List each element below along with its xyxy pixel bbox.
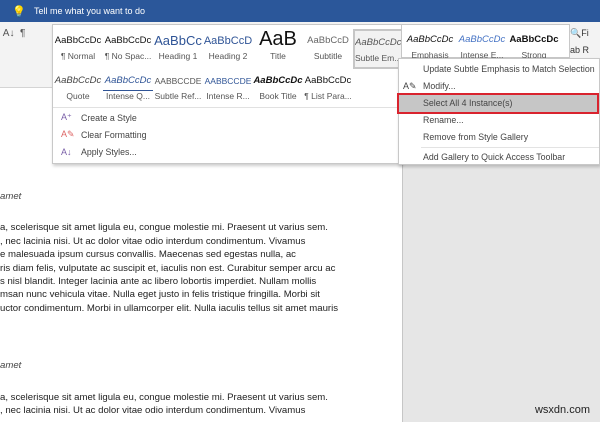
menu-update-style[interactable]: Update Subtle Emphasis to Match Selectio… [399,61,599,78]
doc-heading: amet [0,360,22,372]
editing-group: 🔍Fi ab R [570,24,600,55]
tell-me-search[interactable]: Tell me what you want to do [34,6,145,16]
doc-line: a, scelerisque sit amet ligula eu, congu… [0,391,328,403]
style-list-paragraph[interactable]: AaBbCcDc ¶ List Para... [303,69,353,109]
title-bar: 💡 Tell me what you want to do [0,0,600,22]
menu-add-to-qat[interactable]: Add Gallery to Quick Access Toolbar [399,149,599,166]
apply-styles-icon: A↓ [61,146,72,157]
clear-formatting-item[interactable]: A✎ Clear Formatting [61,126,147,143]
doc-line: e malesuada ipsum cursus convallis. Maec… [0,249,296,261]
styles-gallery: AaBbCcDc ¶ Normal AaBbCcDc ¶ No Spac... Aa… [52,24,403,164]
document-body[interactable]: amet a, scelerisque sit amet ligula eu, … [0,190,400,417]
style-no-spacing[interactable]: AaBbCcDc ¶ No Spac... [103,29,153,69]
menu-select-all-instances[interactable]: Select All 4 Instance(s) [397,93,599,114]
style-normal[interactable]: AaBbCcDc ¶ Normal [53,29,103,69]
style-book-title[interactable]: AaBbCcDc Book Title [253,69,303,109]
modify-icon: A✎ [403,81,417,91]
eraser-icon: A✎ [61,129,75,139]
doc-line: s nisl blandit. Integer lacinia ante ac … [0,276,317,288]
doc-line: , nec lacinia nisi. Ut ac dolor vitae od… [0,235,306,247]
style-subtle-emphasis[interactable]: AaBbCcDc Subtle Em... [353,29,403,69]
doc-line: ris diam felis, vulputate ac suscipit et… [0,262,336,274]
doc-line: , nec lacinia nisi. Ut ac dolor vitae od… [0,405,306,417]
create-style-icon: A⁺ [61,112,72,122]
style-heading-1[interactable]: AaBbCc Heading 1 [153,29,203,69]
divider [421,147,599,148]
doc-line: msan nunc vehicula vitae. Nulla eget jus… [0,289,320,301]
menu-remove-from-gallery[interactable]: Remove from Style Gallery [399,129,599,146]
lightbulb-icon: 💡 [12,5,26,18]
watermark: wsxdn.com [534,404,590,416]
menu-modify[interactable]: A✎ Modify... [399,78,599,95]
style-intense-quote[interactable]: AaBbCcDc Intense Q... [103,69,153,109]
doc-line: a, scelerisque sit amet ligula eu, congu… [0,222,328,234]
style-subtle-reference[interactable]: AABBCCDE Subtle Ref... [153,69,203,109]
apply-styles-item[interactable]: A↓ Apply Styles... [61,143,147,160]
style-context-menu: Update Subtle Emphasis to Match Selectio… [397,58,600,166]
sort-icon[interactable]: A↓ ¶ [0,28,26,39]
style-intense-reference[interactable]: AABBCCDE Intense R... [203,69,253,109]
style-quote[interactable]: AaBbCcDc Quote [53,69,103,109]
create-style-item[interactable]: A⁺ Create a Style [61,109,147,126]
gallery-overflow: AaBbCcDc Emphasis AaBbCcDc Intense E... Aa… [402,24,570,60]
doc-line: uctor condimentum. Morbi in ullamcorper … [0,302,339,314]
style-subtitle[interactable]: AaBbCcD Subtitle [303,29,353,69]
replace-button[interactable]: ab R [570,45,600,55]
find-button[interactable]: 🔍Fi [570,28,600,39]
doc-heading: amet [0,191,22,202]
style-title[interactable]: AaB Title [253,29,303,69]
style-heading-2[interactable]: AaBbCcD Heading 2 [203,29,253,69]
divider [53,107,401,108]
menu-rename[interactable]: Rename... [399,112,599,129]
